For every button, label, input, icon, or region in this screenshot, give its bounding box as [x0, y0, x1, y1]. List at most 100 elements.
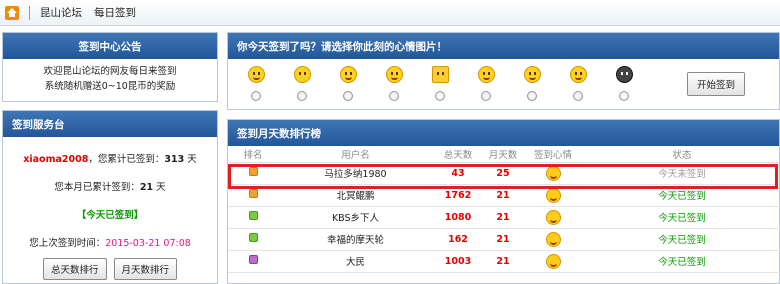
row-username[interactable]: 北冥鲲鹏	[278, 184, 433, 207]
last-time-label: 您上次签到时间：	[29, 238, 106, 249]
mood-radio[interactable]	[251, 91, 261, 101]
rank-badge-icon	[248, 189, 258, 198]
smile-face-icon	[545, 187, 561, 203]
pirate-face-icon[interactable]	[523, 66, 541, 83]
rank-panel: 签到月天数排行榜 排名 用户名 总天数 月天数 签到心情 状态 马拉多纳1980…	[227, 119, 780, 284]
sad-face-icon[interactable]	[293, 66, 311, 83]
total-days: 313	[164, 154, 185, 165]
service-panel: 签到服务台 xiaoma2008，您累计已签到：313 天 您本月已累计签到：2…	[2, 110, 218, 284]
signed-status-line: 【今天已签到】	[3, 207, 217, 221]
rank-badge-icon	[248, 167, 258, 176]
table-row: 北冥鲲鹏 1762 21 今天已签到	[228, 184, 780, 207]
black-face-icon[interactable]	[615, 66, 633, 83]
row-total-days: 1080	[433, 206, 483, 229]
username: xiaoma2008	[23, 154, 89, 165]
service-title: 签到服务台	[3, 111, 217, 137]
happy-face-icon[interactable]	[247, 66, 265, 83]
row-username[interactable]: 幸福的摩天轮	[278, 228, 433, 251]
rank-badge-icon	[248, 255, 258, 264]
notice-title: 签到中心公告	[3, 33, 217, 59]
mood-title: 你今天签到了吗？请选择你此刻的心情图片！	[228, 33, 779, 59]
col-username: 用户名	[278, 146, 433, 163]
col-status: 状态	[583, 146, 780, 163]
last-time-value: 2015-03-21 07:08	[105, 238, 191, 249]
row-month-days: 25	[483, 162, 523, 185]
thinking-face-icon[interactable]	[477, 66, 495, 83]
last-time-line: 您上次签到时间：2015-03-21 07:08	[3, 235, 217, 249]
rank-title: 签到月天数排行榜	[228, 120, 779, 146]
mood-option[interactable]	[284, 66, 320, 101]
dizzy-face-icon[interactable]	[569, 66, 587, 83]
mood-option[interactable]	[330, 66, 366, 101]
mood-radio[interactable]	[389, 91, 399, 101]
breadcrumb-divider	[29, 5, 30, 20]
mood-option[interactable]	[468, 66, 504, 101]
day-unit: 天	[187, 154, 197, 165]
signed-status: 【今天已签到】	[76, 210, 144, 221]
row-username[interactable]: 马拉多纳1980	[278, 162, 433, 185]
mood-radio[interactable]	[619, 91, 629, 101]
mood-option[interactable]	[376, 66, 412, 101]
row-status: 今天已签到	[583, 250, 780, 273]
total-checkin-line: xiaoma2008，您累计已签到：313 天	[3, 151, 217, 165]
mood-options	[228, 61, 668, 109]
mood-option[interactable]	[422, 66, 458, 101]
start-checkin-button[interactable]: 开始签到	[687, 72, 746, 96]
home-icon[interactable]	[5, 5, 19, 20]
table-row: 幸福的摩天轮 162 21 今天已签到	[228, 228, 780, 251]
row-total-days: 162	[433, 228, 483, 251]
mood-radio[interactable]	[573, 91, 583, 101]
notice-line-2: 系统随机赠送0~10昆币的奖励	[44, 81, 176, 92]
mood-panel: 你今天签到了吗？请选择你此刻的心情图片！ 开始签到	[227, 32, 780, 110]
breadcrumb: 昆山论坛 每日签到	[0, 0, 780, 26]
mood-option[interactable]	[514, 66, 550, 101]
mood-option[interactable]	[238, 66, 274, 101]
month-days: 21	[139, 182, 154, 193]
angry-face-icon[interactable]	[339, 66, 357, 83]
row-status: 今天已签到	[583, 228, 780, 251]
col-mood: 签到心情	[523, 146, 583, 163]
breadcrumb-forum-link[interactable]: 昆山论坛	[40, 5, 82, 20]
row-month-days: 21	[483, 250, 523, 273]
smile-face-icon	[545, 165, 561, 181]
col-rank: 排名	[228, 146, 278, 163]
breadcrumb-checkin-link[interactable]: 每日签到	[94, 5, 136, 20]
day-unit: 天	[156, 182, 166, 193]
row-status: 今天已签到	[583, 206, 780, 229]
table-row: 马拉多纳1980 43 25 今天未签到	[228, 162, 780, 185]
row-total-days: 1762	[433, 184, 483, 207]
month-checkin-line: 您本月已累计签到：21 天	[3, 179, 217, 193]
notice-line-1: 欢迎昆山论坛的网友每日来签到	[43, 66, 177, 77]
mood-option[interactable]	[560, 66, 596, 101]
month-label: 您本月已累计签到：	[54, 182, 140, 193]
mood-radio[interactable]	[297, 91, 307, 101]
row-status: 今天未签到	[583, 162, 780, 185]
mood-radio[interactable]	[343, 91, 353, 101]
row-total-days: 1003	[433, 250, 483, 273]
month-days-rank-button[interactable]: 月天数排行	[113, 258, 178, 280]
smile-face-icon	[545, 209, 561, 225]
mood-option[interactable]	[606, 66, 642, 101]
rank-badge-icon	[248, 211, 258, 220]
row-username[interactable]: 大民	[278, 250, 433, 273]
total-label: ，您累计已签到：	[88, 154, 165, 165]
col-month-days: 月天数	[483, 146, 523, 163]
notice-panel: 签到中心公告 欢迎昆山论坛的网友每日来签到 系统随机赠送0~10昆币的奖励	[2, 32, 218, 102]
smile-face-icon	[545, 253, 561, 269]
row-month-days: 21	[483, 206, 523, 229]
pirate-face-icon	[545, 231, 561, 247]
row-username[interactable]: KBS乡下人	[278, 206, 433, 229]
sleepy-face-icon[interactable]	[385, 66, 403, 83]
mood-radio[interactable]	[527, 91, 537, 101]
table-row: KBS乡下人 1080 21 今天已签到	[228, 206, 780, 229]
table-row: 大民 1003 21 今天已签到	[228, 250, 780, 273]
fist-icon[interactable]	[431, 66, 449, 83]
rank-table: 排名 用户名 总天数 月天数 签到心情 状态 马拉多纳1980 43 25 今天…	[228, 146, 780, 273]
row-status: 今天已签到	[583, 184, 780, 207]
rank-badge-icon	[248, 233, 258, 242]
row-month-days: 21	[483, 228, 523, 251]
mood-radio[interactable]	[435, 91, 445, 101]
mood-radio[interactable]	[481, 91, 491, 101]
row-month-days: 21	[483, 184, 523, 207]
total-days-rank-button[interactable]: 总天数排行	[42, 258, 107, 280]
